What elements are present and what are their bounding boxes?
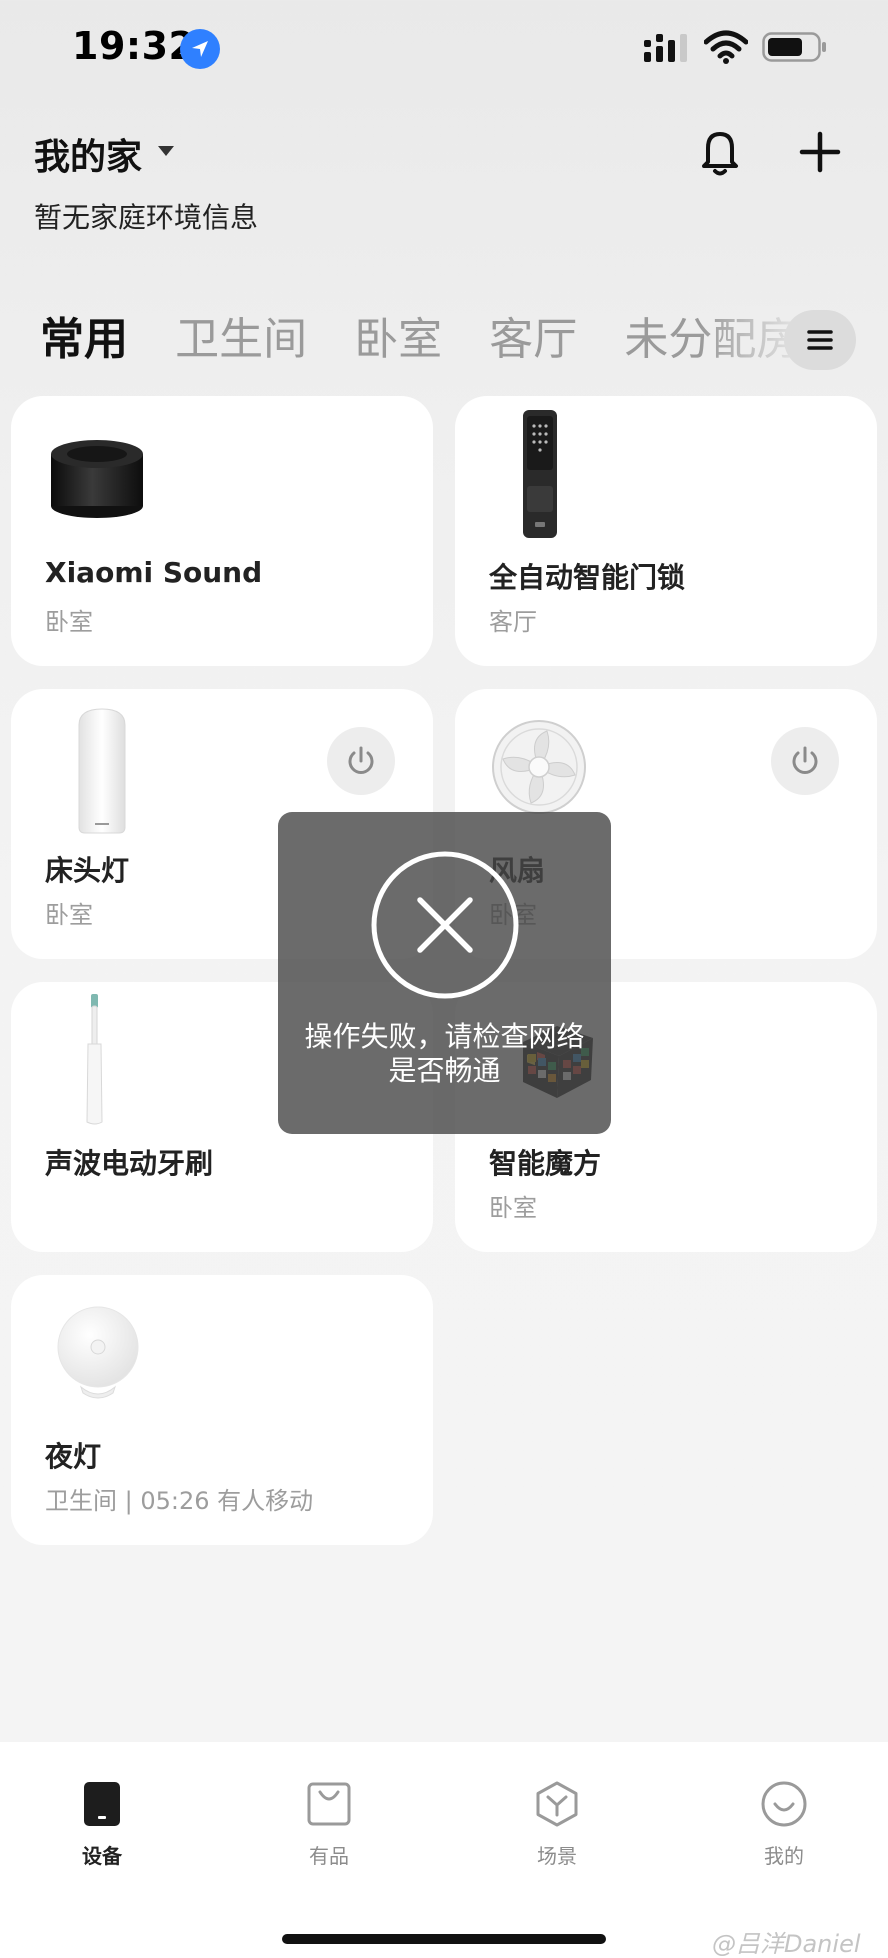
nav-label: 设备 (82, 1844, 122, 1868)
power-button[interactable] (771, 727, 839, 795)
door-lock-icon (523, 410, 557, 538)
tab-favorites[interactable]: 常用 (40, 308, 128, 372)
nav-label: 有品 (309, 1844, 349, 1868)
wifi-icon (704, 30, 748, 64)
bedside-lamp-icon (78, 708, 126, 834)
device-room: 卧室 (45, 608, 93, 636)
add-device-button[interactable] (796, 128, 844, 176)
power-button[interactable] (327, 727, 395, 795)
toast-message: 操作失败，请检查网络是否畅通 (304, 1020, 585, 1087)
tab-bedroom[interactable]: 卧室 (354, 308, 442, 372)
tab-bathroom[interactable]: 卫生间 (175, 308, 307, 372)
device-card-door-lock[interactable]: 全自动智能门锁 客厅 (455, 396, 877, 666)
home-title: 我的家 (34, 137, 143, 178)
error-toast: 操作失败，请检查网络是否畅通 (278, 812, 611, 1134)
toothbrush-icon (86, 994, 103, 1125)
battery-icon (762, 32, 826, 62)
scene-icon (536, 1781, 578, 1827)
device-name: 床头灯 (45, 854, 130, 887)
caret-down-icon (158, 146, 174, 156)
device-card-xiaomi-sound[interactable]: Xiaomi Sound 卧室 (11, 396, 433, 666)
watermark: @吕洋Daniel (712, 1930, 861, 1958)
cellular-signal-icon (644, 34, 687, 62)
device-name: Xiaomi Sound (45, 556, 263, 589)
tab-menu-button[interactable] (784, 310, 856, 370)
device-name: 全自动智能门锁 (489, 561, 686, 594)
nav-youpin[interactable]: 有品 (269, 1780, 389, 1890)
smart-speaker-icon (51, 440, 143, 518)
device-name: 声波电动牙刷 (45, 1147, 214, 1180)
shopping-bag-icon (307, 1782, 351, 1826)
menu-icon (807, 330, 833, 350)
night-light-icon (57, 1306, 139, 1399)
power-icon (792, 746, 818, 774)
device-icon (84, 1782, 120, 1826)
profile-smile-icon (761, 1781, 807, 1827)
device-card-night-light[interactable]: 夜灯 卫生间 | 05:26 有人移动 (11, 1275, 433, 1545)
device-room: 卧室 (489, 1194, 537, 1222)
nav-scenes[interactable]: 场景 (497, 1780, 617, 1890)
device-name: 夜灯 (45, 1440, 102, 1473)
environment-info: 暂无家庭环境信息 (34, 201, 259, 234)
nav-devices[interactable]: 设备 (42, 1780, 162, 1890)
nav-label: 我的 (764, 1844, 804, 1868)
status-bar: 19:32 (0, 0, 888, 100)
room-tabs: 常用 卫生间 卧室 客厅 未分配房间 (40, 308, 800, 372)
location-arrow-icon (180, 29, 220, 69)
device-room: 卧室 (45, 901, 93, 929)
nav-label: 场景 (537, 1844, 577, 1868)
status-time: 19:32 (72, 24, 196, 68)
power-icon (348, 746, 374, 774)
home-indicator (282, 1934, 606, 1944)
device-name: 智能魔方 (489, 1147, 602, 1180)
close-circle-icon (371, 851, 519, 999)
bell-icon[interactable] (696, 126, 744, 178)
device-room: 卫生间 | 05:26 有人移动 (45, 1487, 314, 1515)
device-room: 客厅 (489, 608, 537, 636)
tab-living-room[interactable]: 客厅 (489, 308, 577, 372)
nav-profile[interactable]: 我的 (724, 1780, 844, 1890)
fan-icon (492, 720, 586, 814)
